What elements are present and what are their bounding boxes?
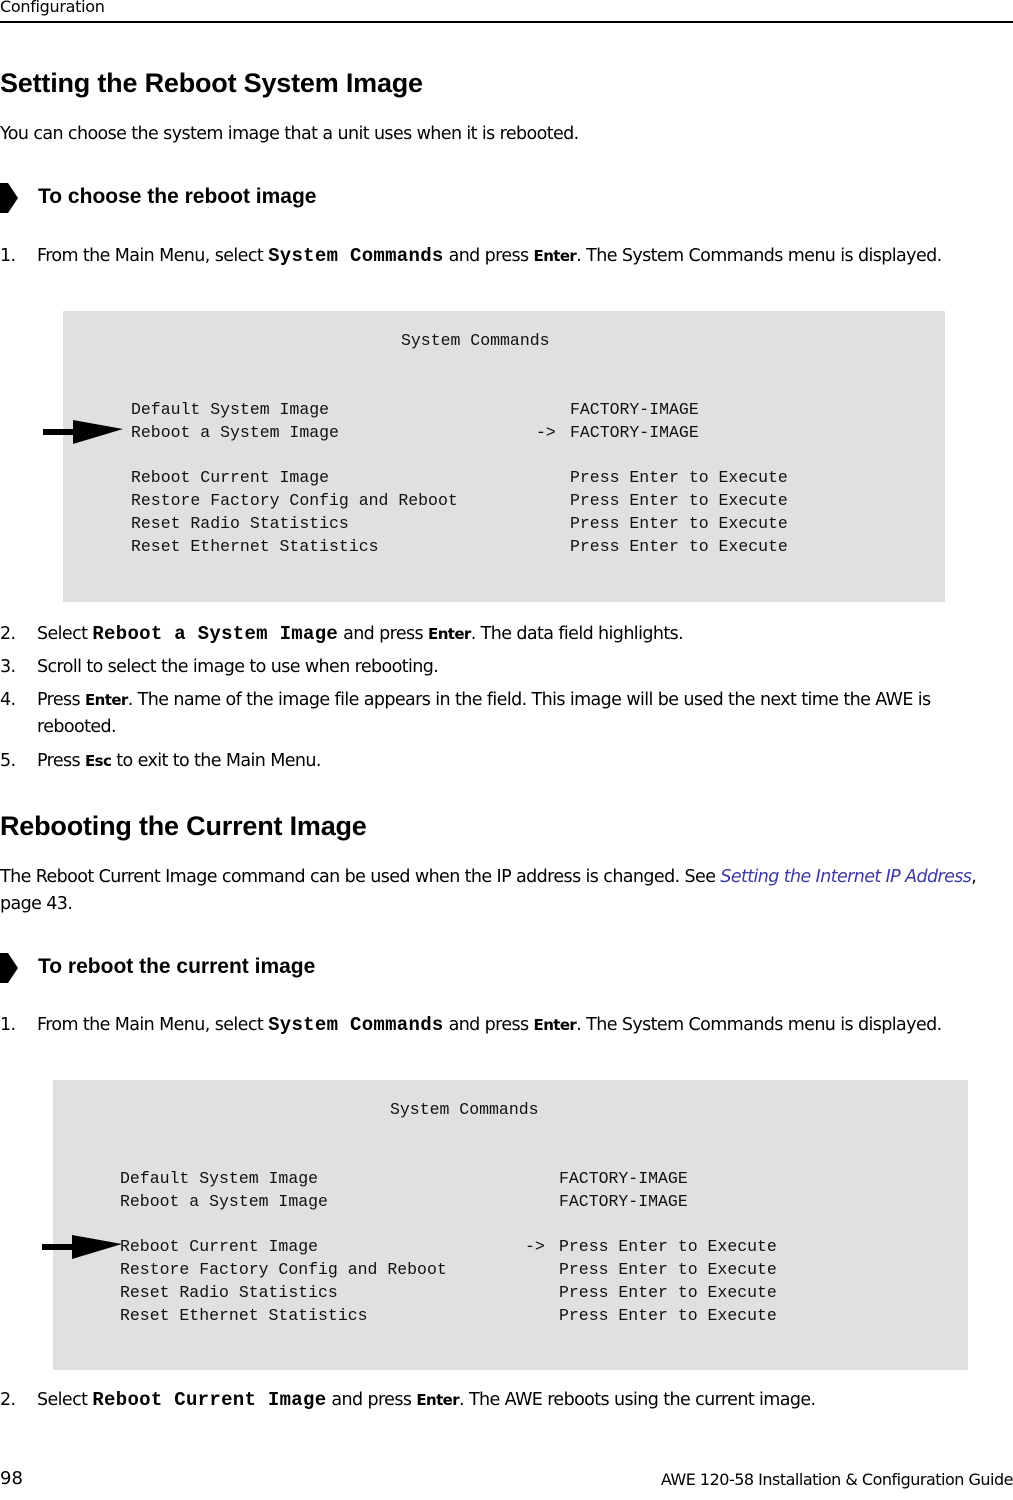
step-text: Select Reboot a System Image and press E… (37, 621, 987, 648)
step-item: 4. Press Enter. The name of the image fi… (0, 687, 1013, 743)
procedure-title: To reboot the current image (38, 955, 316, 978)
menu-row-label: Default System Image (131, 400, 330, 419)
key-name: Enter (533, 1016, 577, 1034)
intro-text: The Reboot Current Image command can be … (0, 867, 721, 887)
section-title-rebooting-current-image: Rebooting the Current Image (0, 811, 367, 841)
menu-cursor: -> (536, 423, 556, 442)
menu-row-label: Reboot a System Image (120, 1192, 328, 1211)
step-text-part: Press (37, 690, 86, 710)
menu-row-value: Press Enter to Execute (559, 1260, 777, 1279)
menu-row-label: Restore Factory Config and Reboot (120, 1260, 447, 1279)
guide-title: AWE 120-58 Installation & Configuration … (660, 1470, 1013, 1489)
step-text-part: and press (443, 1015, 534, 1035)
menu-row-label: Reset Radio Statistics (131, 514, 349, 533)
menu-row-value: Press Enter to Execute (559, 1306, 777, 1325)
menu-row-label: Reset Radio Statistics (120, 1283, 338, 1302)
step-number: 1. (0, 246, 16, 266)
step-number: 2. (0, 624, 16, 644)
step-text-part: Press (37, 751, 86, 771)
menu-command: System Commands (268, 245, 444, 267)
step-text: Select Reboot Current Image and press En… (37, 1387, 987, 1414)
key-name: Enter (85, 691, 128, 709)
menu-row-value: Press Enter to Execute (570, 514, 788, 533)
menu-row-value: Press Enter to Execute (570, 537, 788, 556)
step-text: Press Esc to exit to the Main Menu. (37, 748, 987, 775)
step-text-part: . The System Commands menu is displayed. (576, 1015, 942, 1035)
key-name: Enter (533, 247, 577, 265)
procedure-title: To choose the reboot image (38, 185, 317, 208)
step-text-part: to exit to the Main Menu. (111, 751, 321, 771)
step-text-part: From the Main Menu, select (37, 246, 269, 266)
menu-row-value: Press Enter to Execute (570, 468, 788, 487)
key-name: Enter (416, 1391, 460, 1409)
step-text: Scroll to select the image to use when r… (37, 657, 439, 677)
step-text-part: and press (326, 1390, 417, 1410)
procedure-arrow-icon (0, 183, 18, 213)
menu-command: Reboot Current Image (92, 1389, 327, 1411)
menu-row-label: Reboot Current Image (131, 468, 330, 487)
procedure-heading: To choose the reboot image (0, 181, 600, 215)
step-item: 5. Press Esc to exit to the Main Menu. (0, 748, 1013, 775)
page-number: 98 (0, 1468, 23, 1489)
step-text-part: and press (443, 246, 534, 266)
step-text-part: . The data field highlights. (470, 624, 684, 644)
pointer-arrow-icon (43, 420, 123, 444)
section-intro: You can choose the system image that a u… (0, 124, 579, 144)
step-text-part: Select (37, 624, 93, 644)
menu-row-value: Press Enter to Execute (559, 1237, 777, 1256)
menu-row-label: Restore Factory Config and Reboot (131, 491, 458, 510)
step-number: 5. (0, 751, 16, 771)
terminal-screen: System Commands Default System Image FAC… (63, 311, 945, 602)
menu-row-label: Reboot a System Image (131, 423, 339, 442)
step-text-part: . The AWE reboots using the current imag… (459, 1390, 816, 1410)
step-item: 2. Select Reboot a System Image and pres… (0, 621, 1013, 648)
key-name: Esc (85, 752, 112, 770)
menu-row-value: FACTORY-IMAGE (559, 1169, 688, 1188)
step-item: 1. From the Main Menu, select System Com… (0, 243, 1013, 299)
screen-title: System Commands (401, 331, 550, 350)
step-text: From the Main Menu, select System Comman… (37, 243, 987, 270)
step-number: 4. (0, 690, 16, 710)
procedure-arrow-icon (0, 953, 18, 983)
step-number: 3. (0, 657, 16, 677)
menu-cursor: -> (525, 1237, 545, 1256)
menu-command: Reboot a System Image (92, 623, 339, 645)
step-text-part: From the Main Menu, select (37, 1015, 269, 1035)
step-number: 1. (0, 1015, 16, 1035)
menu-row-label: Reset Ethernet Statistics (131, 537, 379, 556)
menu-row-value: FACTORY-IMAGE (570, 423, 699, 442)
step-text: Press Enter. The name of the image file … (37, 687, 987, 741)
menu-row-value: FACTORY-IMAGE (570, 400, 699, 419)
screen-title: System Commands (390, 1100, 539, 1119)
step-text-part: Select (37, 1390, 93, 1410)
step-text: From the Main Menu, select System Comman… (37, 1012, 987, 1039)
menu-row-value: Press Enter to Execute (559, 1283, 777, 1302)
pointer-arrow-icon (42, 1235, 122, 1259)
key-name: Enter (428, 625, 471, 643)
menu-command: System Commands (268, 1014, 444, 1036)
procedure-heading: To reboot the current image (0, 951, 600, 985)
cross-reference-link[interactable]: Setting the Internet IP Address (720, 867, 972, 887)
section-intro: The Reboot Current Image command can be … (0, 864, 1005, 918)
menu-row-value: Press Enter to Execute (570, 491, 788, 510)
step-text-part: and press (338, 624, 429, 644)
step-text-part: . The name of the image file appears in … (37, 690, 931, 737)
step-item: 3. Scroll to select the image to use whe… (0, 654, 1013, 681)
header-rule (0, 21, 1013, 23)
menu-row-value: FACTORY-IMAGE (559, 1192, 688, 1211)
section-title-reboot-system-image: Setting the Reboot System Image (0, 68, 423, 98)
step-item: 1. From the Main Menu, select System Com… (0, 1012, 1013, 1068)
menu-row-label: Reset Ethernet Statistics (120, 1306, 368, 1325)
menu-row-label: Reboot Current Image (120, 1237, 319, 1256)
menu-row-label: Default System Image (120, 1169, 319, 1188)
step-text-part: . The System Commands menu is displayed. (576, 246, 942, 266)
step-number: 2. (0, 1390, 16, 1410)
terminal-screen: System Commands Default System Image FAC… (53, 1080, 968, 1370)
step-item: 2. Select Reboot Current Image and press… (0, 1387, 1013, 1414)
running-head: Configuration (0, 0, 105, 16)
